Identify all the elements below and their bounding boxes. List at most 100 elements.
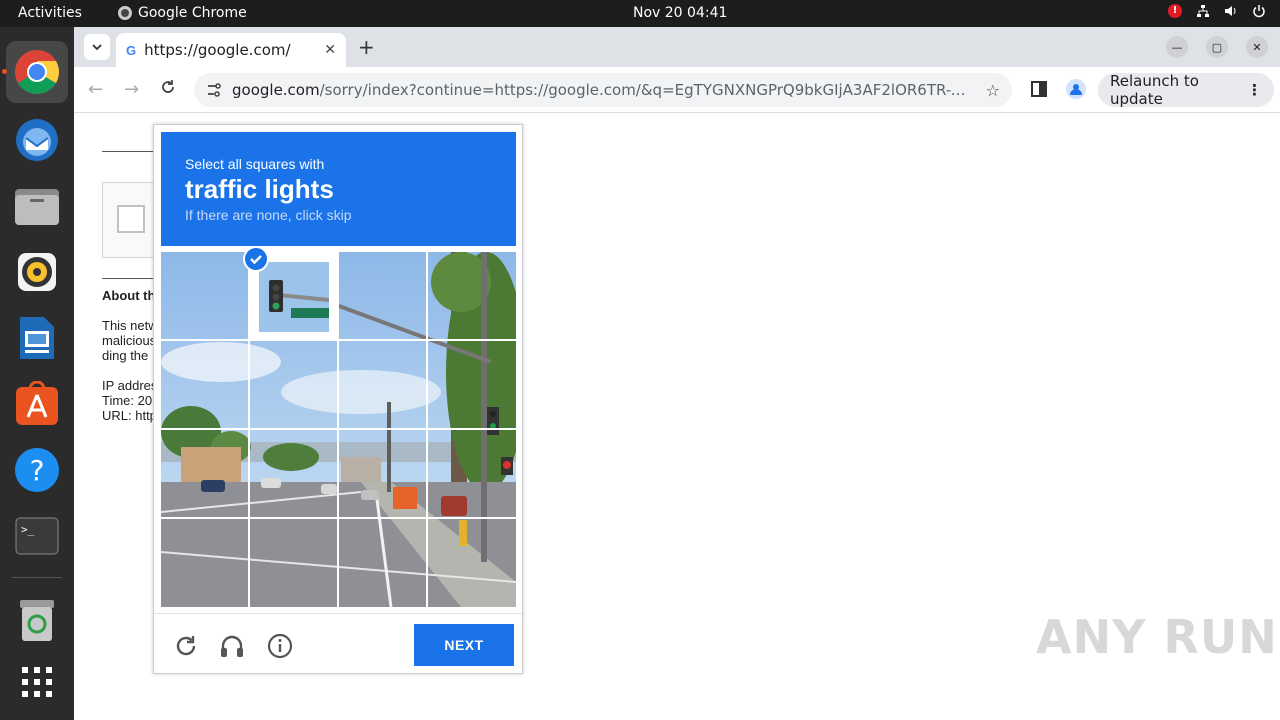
clock[interactable]: Nov 20 04:41 — [633, 5, 727, 21]
dock-help[interactable]: ? — [6, 439, 68, 501]
google-favicon-icon: G — [126, 42, 137, 58]
info-icon[interactable] — [266, 632, 294, 660]
time-line: Time: 20 — [102, 393, 153, 408]
captcha-tile[interactable] — [339, 519, 427, 607]
tab-search-button[interactable] — [84, 34, 110, 60]
show-apps-icon — [22, 667, 52, 697]
url-path: /sorry/index?continue=https://google.com… — [319, 81, 972, 99]
activities-button[interactable]: Activities — [18, 5, 82, 21]
captcha-target: traffic lights — [185, 174, 334, 204]
maximize-button[interactable]: ▢ — [1206, 36, 1228, 58]
captcha-tile[interactable] — [250, 430, 338, 518]
captcha-tile-selected[interactable] — [243, 246, 337, 340]
svg-text:?: ? — [30, 454, 45, 487]
next-button[interactable]: NEXT — [414, 624, 514, 666]
captcha-tile[interactable] — [161, 341, 249, 429]
app-menu[interactable]: Google Chrome — [118, 5, 247, 21]
captcha-tile[interactable] — [161, 430, 249, 518]
new-tab-icon[interactable]: + — [358, 35, 375, 59]
profile-avatar-icon[interactable] — [1066, 79, 1086, 99]
captcha-tile[interactable] — [428, 341, 516, 429]
app-center-icon — [16, 381, 58, 425]
terminal-icon: >_ — [15, 517, 59, 555]
captcha-tile[interactable] — [428, 430, 516, 518]
recaptcha-checkbox[interactable] — [117, 205, 145, 233]
about-heading: About th — [102, 288, 156, 303]
body-line-1: This netw — [102, 318, 158, 333]
dock-separator — [12, 577, 62, 578]
captcha-tile[interactable] — [161, 519, 249, 607]
bookmark-star-icon[interactable]: ☆ — [986, 81, 1000, 100]
help-icon: ? — [15, 448, 59, 492]
dock-show-apps[interactable] — [6, 651, 68, 713]
address-bar[interactable]: google.com/sorry/index?continue=https://… — [194, 73, 1012, 107]
app-name: Google Chrome — [138, 5, 247, 21]
relaunch-label: Relaunch to update — [1110, 72, 1199, 108]
side-panel-icon[interactable] — [1030, 80, 1048, 98]
captcha-tile[interactable] — [250, 519, 338, 607]
power-icon[interactable] — [1252, 4, 1266, 18]
back-arrow-icon[interactable]: ← — [88, 79, 103, 100]
svg-text:>_: >_ — [21, 523, 35, 536]
more-menu-icon[interactable]: ⋮ — [1247, 81, 1262, 99]
libreoffice-impress-icon — [20, 317, 54, 359]
alert-icon[interactable]: ! — [1168, 4, 1182, 18]
top-bar: Activities Google Chrome Nov 20 04:41 ! — [0, 0, 1280, 27]
relaunch-button[interactable]: Relaunch to update ⋮ — [1098, 72, 1274, 108]
browser-tab[interactable]: G https://google.com/ ✕ — [116, 33, 346, 67]
dock-rhythmbox[interactable] — [6, 241, 68, 303]
captcha-tile[interactable] — [339, 252, 427, 340]
volume-icon[interactable] — [1224, 4, 1238, 18]
thunderbird-icon — [16, 119, 58, 161]
browser-toolbar: ← → google.com/sorry/index?continue=http… — [74, 67, 1280, 113]
captcha-instruction: Select all squares with — [185, 156, 325, 172]
reload-challenge-icon[interactable] — [172, 632, 200, 660]
dock-impress[interactable] — [6, 307, 68, 369]
chevron-down-icon — [92, 44, 102, 51]
ip-line: IP addres — [102, 378, 158, 393]
captcha-challenge: Select all squares with traffic lights I… — [153, 124, 523, 674]
captcha-tile[interactable] — [339, 430, 427, 518]
url-text: google.com/sorry/index?continue=https://… — [232, 81, 972, 99]
rhythmbox-icon — [18, 253, 56, 291]
captcha-hint: If there are none, click skip — [185, 207, 352, 223]
files-icon — [15, 189, 59, 225]
captcha-tile[interactable] — [339, 341, 427, 429]
tab-title: https://google.com/ — [144, 41, 291, 59]
body-line-3: ding the — [102, 348, 149, 363]
captcha-tile[interactable] — [428, 252, 516, 340]
captcha-header: Select all squares with traffic lights I… — [161, 132, 516, 246]
dock: ? >_ — [0, 27, 74, 720]
trash-icon — [20, 600, 54, 641]
dock-terminal[interactable]: >_ — [6, 505, 68, 567]
reload-icon[interactable] — [160, 79, 176, 100]
body-line-2: malicious — [102, 333, 157, 348]
dock-thunderbird[interactable] — [6, 109, 68, 171]
tab-close-icon[interactable]: ✕ — [324, 42, 336, 58]
captcha-tile[interactable] — [161, 252, 249, 340]
captcha-image-grid — [161, 246, 516, 607]
network-icon[interactable] — [1196, 4, 1210, 18]
dock-app-center[interactable] — [6, 373, 68, 435]
running-indicator — [2, 69, 7, 74]
forward-arrow-icon[interactable]: → — [124, 79, 139, 100]
minimize-button[interactable]: — — [1166, 36, 1188, 58]
anyrun-watermark: ANY RUN — [1036, 610, 1278, 664]
url-host: google.com — [232, 81, 320, 99]
site-info-icon[interactable] — [206, 82, 222, 98]
captcha-tile[interactable] — [428, 519, 516, 607]
captcha-tile[interactable] — [250, 341, 338, 429]
close-window-button[interactable]: ✕ — [1246, 36, 1268, 58]
system-tray[interactable]: ! — [1168, 4, 1266, 18]
selected-check-icon — [243, 246, 269, 272]
captcha-footer: NEXT — [154, 613, 522, 675]
tab-bar: G https://google.com/ ✕ + — ▢ ✕ — [74, 27, 1280, 67]
chrome-icon — [15, 50, 59, 94]
dock-files[interactable] — [6, 175, 68, 237]
chrome-small-icon — [118, 6, 132, 20]
audio-challenge-icon[interactable] — [218, 632, 246, 660]
url-line: URL: http — [102, 408, 157, 423]
dock-chrome[interactable] — [2, 41, 68, 103]
dock-trash[interactable] — [6, 589, 68, 651]
tile-image — [259, 262, 329, 332]
